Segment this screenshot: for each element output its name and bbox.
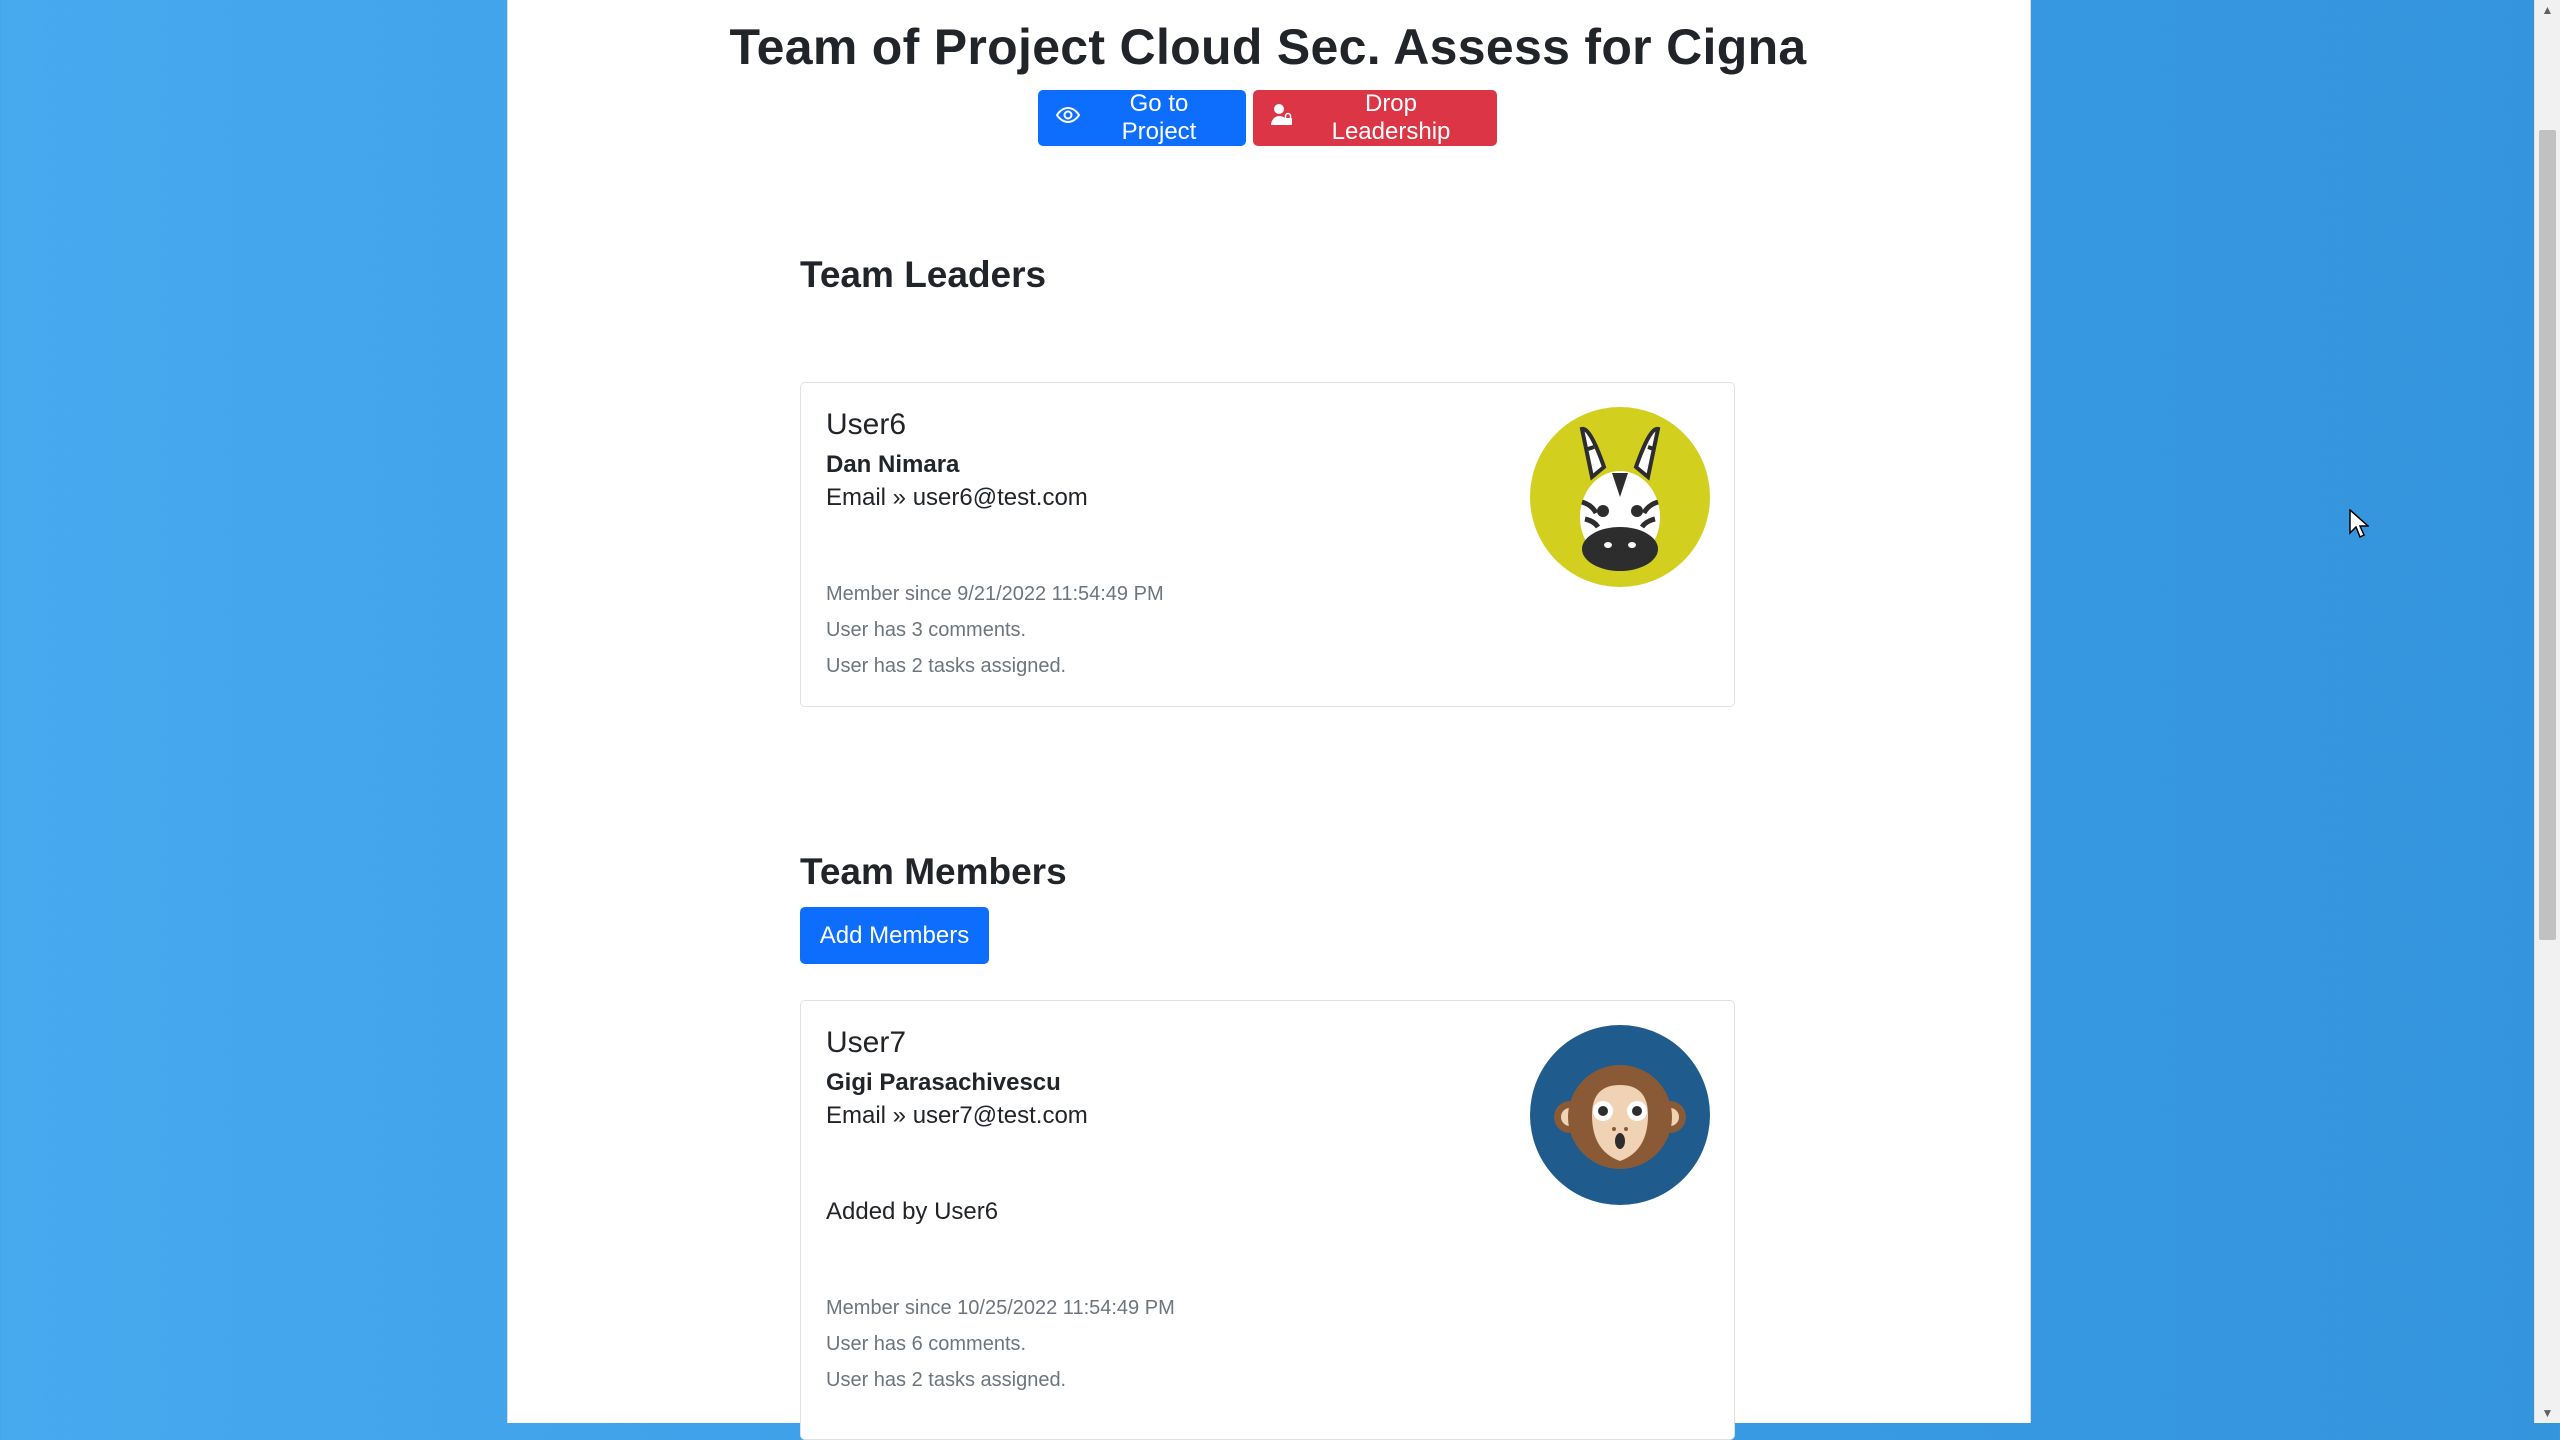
page-title: Team of Project Cloud Sec. Assess for Ci… xyxy=(729,19,1807,75)
team-leaders-heading: Team Leaders xyxy=(800,254,1047,295)
member-full-name: Gigi Parasachivescu xyxy=(826,1069,1061,1096)
mouse-cursor-icon xyxy=(2349,508,2370,539)
leader-comments-count: User has 3 comments. xyxy=(826,619,1027,641)
vertical-scrollbar[interactable]: ▲ ▼ xyxy=(2534,0,2560,1423)
team-members-heading: Team Members xyxy=(800,851,1067,892)
user-lock-icon xyxy=(1271,103,1293,134)
member-member-since: Member since 10/25/2022 11:54:49 PM xyxy=(826,1297,1175,1319)
member-email: Email » user7@test.com xyxy=(826,1102,1088,1129)
eye-icon xyxy=(1055,103,1081,134)
leader-username: User6 xyxy=(826,408,907,441)
member-username: User7 xyxy=(826,1026,907,1059)
member-added-by: Added by User6 xyxy=(826,1198,999,1225)
monkey-avatar xyxy=(1530,1025,1710,1205)
leader-card: User6 Dan Nimara Email » user6@test.com … xyxy=(800,382,1735,707)
drop-leadership-button[interactable]: Drop Leadership xyxy=(1253,90,1497,146)
drop-leadership-label: Drop Leadership xyxy=(1331,90,1451,145)
scroll-down-arrow-icon[interactable]: ▼ xyxy=(2535,1403,2560,1423)
member-comments-count: User has 6 comments. xyxy=(826,1333,1027,1355)
scrollbar-thumb[interactable] xyxy=(2539,130,2556,940)
leader-tasks-count: User has 2 tasks assigned. xyxy=(826,655,1067,677)
member-card: User7 Gigi Parasachivescu Email » user7@… xyxy=(800,1000,1735,1440)
add-members-button[interactable]: Add Members xyxy=(800,907,989,964)
leader-member-since: Member since 9/21/2022 11:54:49 PM xyxy=(826,583,1164,605)
leader-email: Email » user6@test.com xyxy=(826,484,1088,511)
zebra-avatar xyxy=(1530,407,1710,587)
member-tasks-count: User has 2 tasks assigned. xyxy=(826,1369,1067,1391)
scroll-up-arrow-icon[interactable]: ▲ xyxy=(2535,0,2560,20)
go-to-project-button[interactable]: Go to Project xyxy=(1038,90,1246,146)
leader-full-name: Dan Nimara xyxy=(826,451,960,478)
go-to-project-label: Go to Project xyxy=(1121,90,1197,145)
